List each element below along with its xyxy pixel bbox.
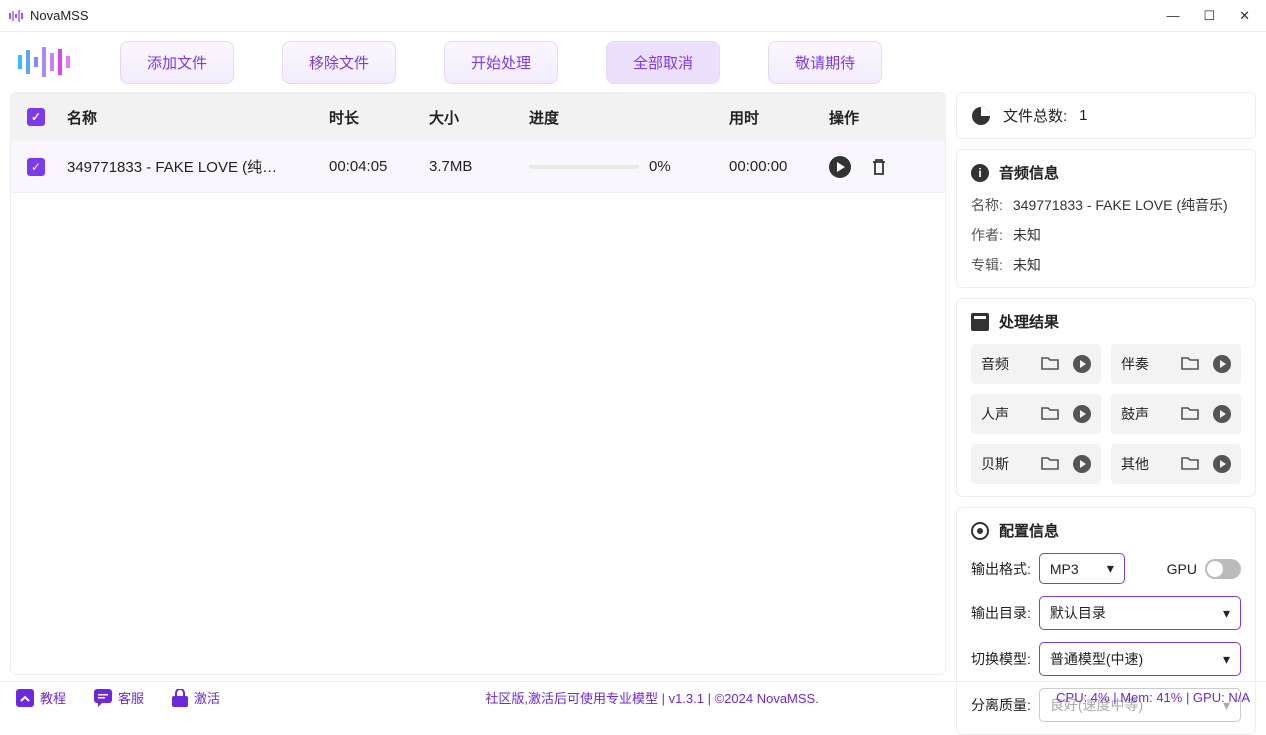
play-circle-icon[interactable] <box>1073 405 1091 423</box>
name-label: 名称: <box>971 195 1003 215</box>
add-file-button[interactable]: 添加文件 <box>120 41 234 84</box>
select-all-checkbox[interactable]: ✓ <box>27 108 45 126</box>
config-title: 配置信息 <box>999 520 1059 541</box>
audio-author: 未知 <box>1013 225 1041 245</box>
chevron-down-icon: ▾ <box>1223 605 1230 622</box>
chat-icon <box>94 689 112 707</box>
gpu-label: GPU <box>1167 561 1197 577</box>
folder-icon[interactable] <box>1181 405 1199 421</box>
table-row[interactable]: ✓ 349771833 - FAKE LOVE (纯… 00:04:05 3.7… <box>11 141 945 193</box>
format-select[interactable]: MP3▾ <box>1039 553 1125 584</box>
folder-icon[interactable] <box>1181 455 1199 471</box>
row-time: 00:00:00 <box>729 158 829 175</box>
file-list-panel: ✓ 名称 时长 大小 进度 用时 操作 ✓ 349771833 - FAKE L… <box>10 92 946 675</box>
folder-icon[interactable] <box>1041 355 1059 371</box>
folder-icon[interactable] <box>1181 355 1199 371</box>
author-label: 作者: <box>971 225 1003 245</box>
play-circle-icon[interactable] <box>1213 455 1231 473</box>
result-label: 贝斯 <box>981 454 1009 474</box>
maximize-button[interactable]: ☐ <box>1203 8 1215 24</box>
file-count-value: 1 <box>1079 107 1087 124</box>
progress-bar <box>529 165 639 169</box>
titlebar: NovaMSS — ☐ ✕ <box>0 0 1266 32</box>
header-ops: 操作 <box>829 107 929 128</box>
remove-file-button[interactable]: 移除文件 <box>282 41 396 84</box>
chevron-down-icon: ▾ <box>1223 651 1230 668</box>
results-card: 处理结果 音频 伴奏 人声 鼓声 贝斯 其他 <box>956 298 1256 497</box>
header-duration: 时长 <box>329 107 429 128</box>
header-size: 大小 <box>429 107 529 128</box>
dir-select[interactable]: 默认目录▾ <box>1039 596 1241 630</box>
folder-icon[interactable] <box>1041 455 1059 471</box>
play-circle-icon[interactable] <box>1073 455 1091 473</box>
coming-soon-button[interactable]: 敬请期待 <box>768 41 882 84</box>
audio-name: 349771833 - FAKE LOVE (纯音乐) <box>1013 195 1228 215</box>
dir-label: 输出目录: <box>971 603 1031 623</box>
chevron-down-icon: ▾ <box>1107 560 1114 577</box>
cancel-all-button[interactable]: 全部取消 <box>606 41 720 84</box>
audio-album: 未知 <box>1013 255 1041 275</box>
play-circle-icon[interactable] <box>1073 355 1091 373</box>
row-name: 349771833 - FAKE LOVE (纯… <box>67 156 329 177</box>
table-header: ✓ 名称 时长 大小 进度 用时 操作 <box>11 93 945 141</box>
file-count-card: 文件总数: 1 <box>956 92 1256 139</box>
header-name: 名称 <box>67 107 329 128</box>
result-item: 人声 <box>971 394 1101 434</box>
row-checkbox[interactable]: ✓ <box>27 158 45 176</box>
audio-info-card: i 音频信息 名称: 349771833 - FAKE LOVE (纯音乐) 作者… <box>956 149 1256 288</box>
result-label: 鼓声 <box>1121 404 1149 424</box>
result-item: 鼓声 <box>1111 394 1241 434</box>
result-item: 其他 <box>1111 444 1241 484</box>
header-time: 用时 <box>729 107 829 128</box>
result-item: 音频 <box>971 344 1101 384</box>
results-title: 处理结果 <box>999 311 1059 332</box>
play-circle-icon[interactable] <box>1213 405 1231 423</box>
support-link[interactable]: 客服 <box>94 688 144 707</box>
lock-icon <box>172 689 188 707</box>
close-button[interactable]: ✕ <box>1239 8 1250 24</box>
result-item: 贝斯 <box>971 444 1101 484</box>
gpu-toggle[interactable] <box>1205 559 1241 579</box>
start-process-button[interactable]: 开始处理 <box>444 41 558 84</box>
play-circle-icon[interactable] <box>1213 355 1231 373</box>
pie-chart-icon <box>971 106 991 126</box>
progress-text: 0% <box>649 158 671 175</box>
minimize-button[interactable]: — <box>1166 8 1179 24</box>
wave-logo-icon <box>16 47 72 77</box>
row-duration: 00:04:05 <box>329 158 429 175</box>
header-progress: 进度 <box>529 107 729 128</box>
svg-text:i: i <box>978 166 981 180</box>
toolbar: 添加文件 移除文件 开始处理 全部取消 敬请期待 <box>0 32 1266 92</box>
results-icon <box>971 313 989 331</box>
info-icon: i <box>971 164 989 182</box>
activate-link[interactable]: 激活 <box>172 688 220 707</box>
result-item: 伴奏 <box>1111 344 1241 384</box>
play-icon[interactable] <box>829 156 851 178</box>
row-size: 3.7MB <box>429 158 529 175</box>
gear-icon <box>971 522 989 540</box>
result-label: 伴奏 <box>1121 354 1149 374</box>
model-select[interactable]: 普通模型(中速)▾ <box>1039 642 1241 676</box>
footer: 教程 客服 激活 社区版,激活后可使用专业模型 | v1.3.1 | ©2024… <box>0 681 1266 713</box>
footer-center-text: 社区版,激活后可使用专业模型 | v1.3.1 | ©2024 NovaMSS. <box>248 688 1056 707</box>
app-title: NovaMSS <box>30 8 89 23</box>
result-label: 音频 <box>981 354 1009 374</box>
result-label: 人声 <box>981 404 1009 424</box>
tutorial-link[interactable]: 教程 <box>16 688 66 707</box>
file-count-label: 文件总数: <box>1003 105 1067 126</box>
folder-icon[interactable] <box>1041 405 1059 421</box>
audio-info-title: 音频信息 <box>999 162 1059 183</box>
model-label: 切换模型: <box>971 649 1031 669</box>
album-label: 专辑: <box>971 255 1003 275</box>
result-label: 其他 <box>1121 454 1149 474</box>
tutorial-icon <box>16 689 34 707</box>
delete-icon[interactable] <box>869 157 889 177</box>
app-logo-icon <box>8 8 24 24</box>
footer-stats: CPU: 4% | Mem: 41% | GPU: N/A <box>1056 690 1250 705</box>
format-label: 输出格式: <box>971 559 1031 579</box>
